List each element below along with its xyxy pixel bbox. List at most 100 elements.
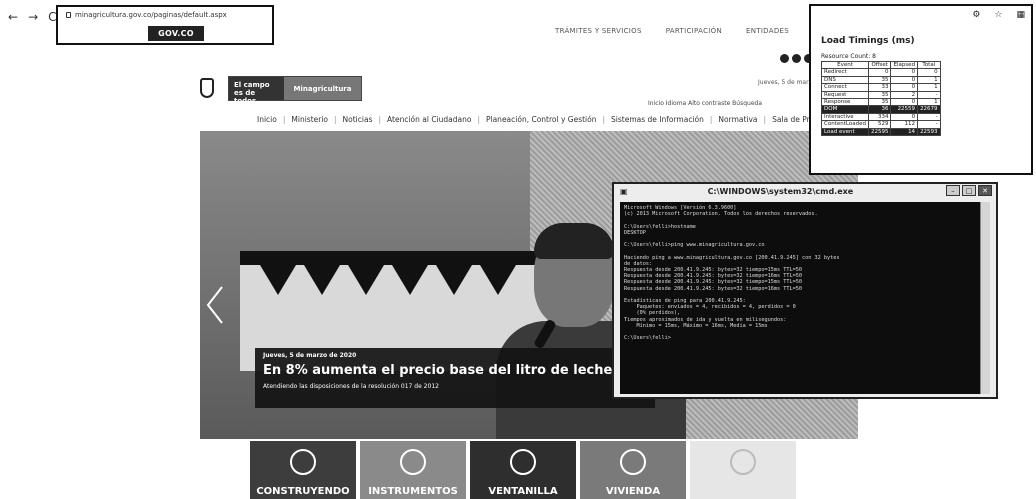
cell: 35 [867, 75, 892, 85]
cell: ContentLoaded [821, 120, 869, 129]
logo-line2: es de todos [234, 89, 257, 105]
cell: 112 [890, 120, 919, 129]
cell: Redirect [821, 68, 869, 77]
twitter-icon[interactable] [792, 54, 801, 63]
facebook-icon[interactable] [780, 54, 789, 63]
table-row: Request 35 2- [821, 90, 941, 100]
cmd-titlebar[interactable]: ▣ C:\WINDOWS\system32\cmd.exe – □ ✕ [614, 184, 996, 198]
news-date: Jueves, 5 de marzo de 2020 [263, 352, 357, 359]
nav-sistemas[interactable]: Sistemas de Información [611, 115, 704, 124]
cell: - [917, 112, 941, 122]
nav-inicio[interactable]: Inicio [257, 115, 277, 124]
gov-co-button[interactable]: GOV.CO [148, 26, 204, 41]
cell: 1 [917, 98, 941, 107]
address-bar[interactable]: minagricultura.gov.co/paginas/default.as… [56, 5, 274, 45]
cmd-console[interactable]: Microsoft Windows [Versión 6.3.9600] (c) … [620, 202, 982, 394]
timer-extension-icon[interactable]: ▦ [1016, 10, 1025, 20]
banner-pattern [260, 265, 296, 295]
cell: 1 [917, 75, 941, 85]
cell: 1 [917, 83, 941, 92]
tile-extra[interactable] [690, 441, 796, 499]
cell: 2 [890, 90, 919, 100]
cmd-scrollbar[interactable] [980, 202, 990, 394]
cell: - [917, 90, 941, 100]
back-button[interactable]: ← [8, 10, 18, 24]
tree-icon [290, 449, 316, 475]
close-icon[interactable]: ✕ [978, 185, 992, 196]
tile-ventanilla[interactable]: VENTANILLA [470, 441, 576, 499]
hero-caption[interactable]: Jueves, 5 de marzo de 2020 En 8% aumenta… [255, 348, 655, 408]
site-logo[interactable]: El campo es de todos Minagricultura [228, 76, 362, 105]
banner-pattern [304, 265, 340, 295]
top-link-tramites[interactable]: TRÁMITES Y SERVICIOS [555, 27, 642, 35]
tile-instrumentos[interactable]: INSTRUMENTOS [360, 441, 466, 499]
cmd-window[interactable]: ▣ C:\WINDOWS\system32\cmd.exe – □ ✕ Micr… [612, 182, 998, 399]
table-row: Interactive 334 0- [821, 112, 941, 122]
cmd-icon: ▣ [620, 186, 628, 196]
cell: 14 [890, 127, 919, 137]
forward-button[interactable]: → [28, 10, 38, 24]
cell: 334 [867, 112, 892, 122]
top-link-participacion[interactable]: PARTICIPACIÓN [666, 27, 722, 35]
cell: 22679 [917, 105, 941, 114]
tile-label: VENTANILLA [488, 486, 558, 497]
tile-vivienda[interactable]: VIVIENDA [580, 441, 686, 499]
banner-pattern [348, 265, 384, 295]
cell: 36 [867, 105, 892, 114]
building-icon [400, 449, 426, 475]
cell: 529 [867, 120, 892, 129]
top-links: TRÁMITES Y SERVICIOS PARTICIPACIÓN ENTID… [555, 27, 789, 35]
cell: 0 [917, 68, 941, 77]
col-elapsed: Elapsed [890, 60, 919, 70]
news-title[interactable]: En 8% aumenta el precio base del litro d… [263, 363, 647, 378]
speaker-hair [534, 223, 614, 259]
minimize-icon[interactable]: – [946, 185, 960, 196]
load-timings-panel: ⚙ ☆ ▦ Load Timings (ms) Resource Count: … [809, 4, 1033, 175]
accessibility-bar[interactable]: Inicio Idioma Alto contraste Búsqueda [648, 100, 762, 107]
browser-toolbar-icons: ⚙ ☆ ▦ [972, 10, 1025, 20]
cell: Interactive [821, 112, 869, 122]
nav-planeacion[interactable]: Planeación, Control y Gestión [486, 115, 597, 124]
main-nav: Inicio | Ministerio | Noticias | Atención a… [257, 115, 827, 124]
banner-pattern [480, 265, 516, 295]
cell: 35 [867, 90, 892, 100]
banner-pattern [436, 265, 472, 295]
logo-ministry: Minagricultura [284, 77, 361, 100]
nav-ministerio[interactable]: Ministerio [291, 115, 328, 124]
cell: Connect [821, 83, 869, 92]
hand-icon [730, 449, 756, 475]
table-row: Response 35 0 1 [821, 98, 941, 107]
cell: DOM [821, 105, 869, 114]
maximize-icon[interactable]: □ [962, 185, 976, 196]
cell: 0 [890, 75, 919, 85]
console-line: C:\Users\felli> [624, 335, 671, 342]
nav-atencion[interactable]: Atención al Ciudadano [387, 115, 471, 124]
nav-separator: | [378, 115, 382, 124]
tile-construyendo[interactable]: CONSTRUYENDO [250, 441, 356, 499]
star-icon[interactable]: ☆ [994, 10, 1002, 20]
nav-separator: | [282, 115, 286, 124]
cell: - [917, 120, 941, 129]
nav-normativa[interactable]: Normativa [718, 115, 757, 124]
table-row: Load event 22595 14 22593 [821, 127, 941, 137]
cell: 22559 [890, 105, 919, 114]
col-event: Event [821, 60, 869, 70]
col-total: Total [917, 60, 941, 70]
cell: Request [821, 90, 869, 100]
browser-nav: ← → C [8, 10, 57, 24]
cell: 0 [890, 98, 919, 107]
table-row: DOM 36 22559 22679 [821, 105, 941, 114]
window-icon [510, 449, 536, 475]
col-offset: Offset [867, 60, 892, 70]
url-text: minagricultura.gov.co/paginas/default.as… [75, 11, 227, 19]
table-row: ContentLoaded 529 112- [821, 120, 941, 129]
cell: 0 [890, 68, 919, 77]
lock-icon [66, 12, 71, 18]
tile-label: INSTRUMENTOS [368, 486, 458, 497]
nav-separator: | [602, 115, 606, 124]
slider-prev-icon[interactable] [205, 285, 225, 325]
top-link-entidades[interactable]: ENTIDADES [746, 27, 789, 35]
nav-noticias[interactable]: Noticias [343, 115, 373, 124]
extension-icon[interactable]: ⚙ [972, 10, 980, 20]
nav-separator: | [763, 115, 767, 124]
